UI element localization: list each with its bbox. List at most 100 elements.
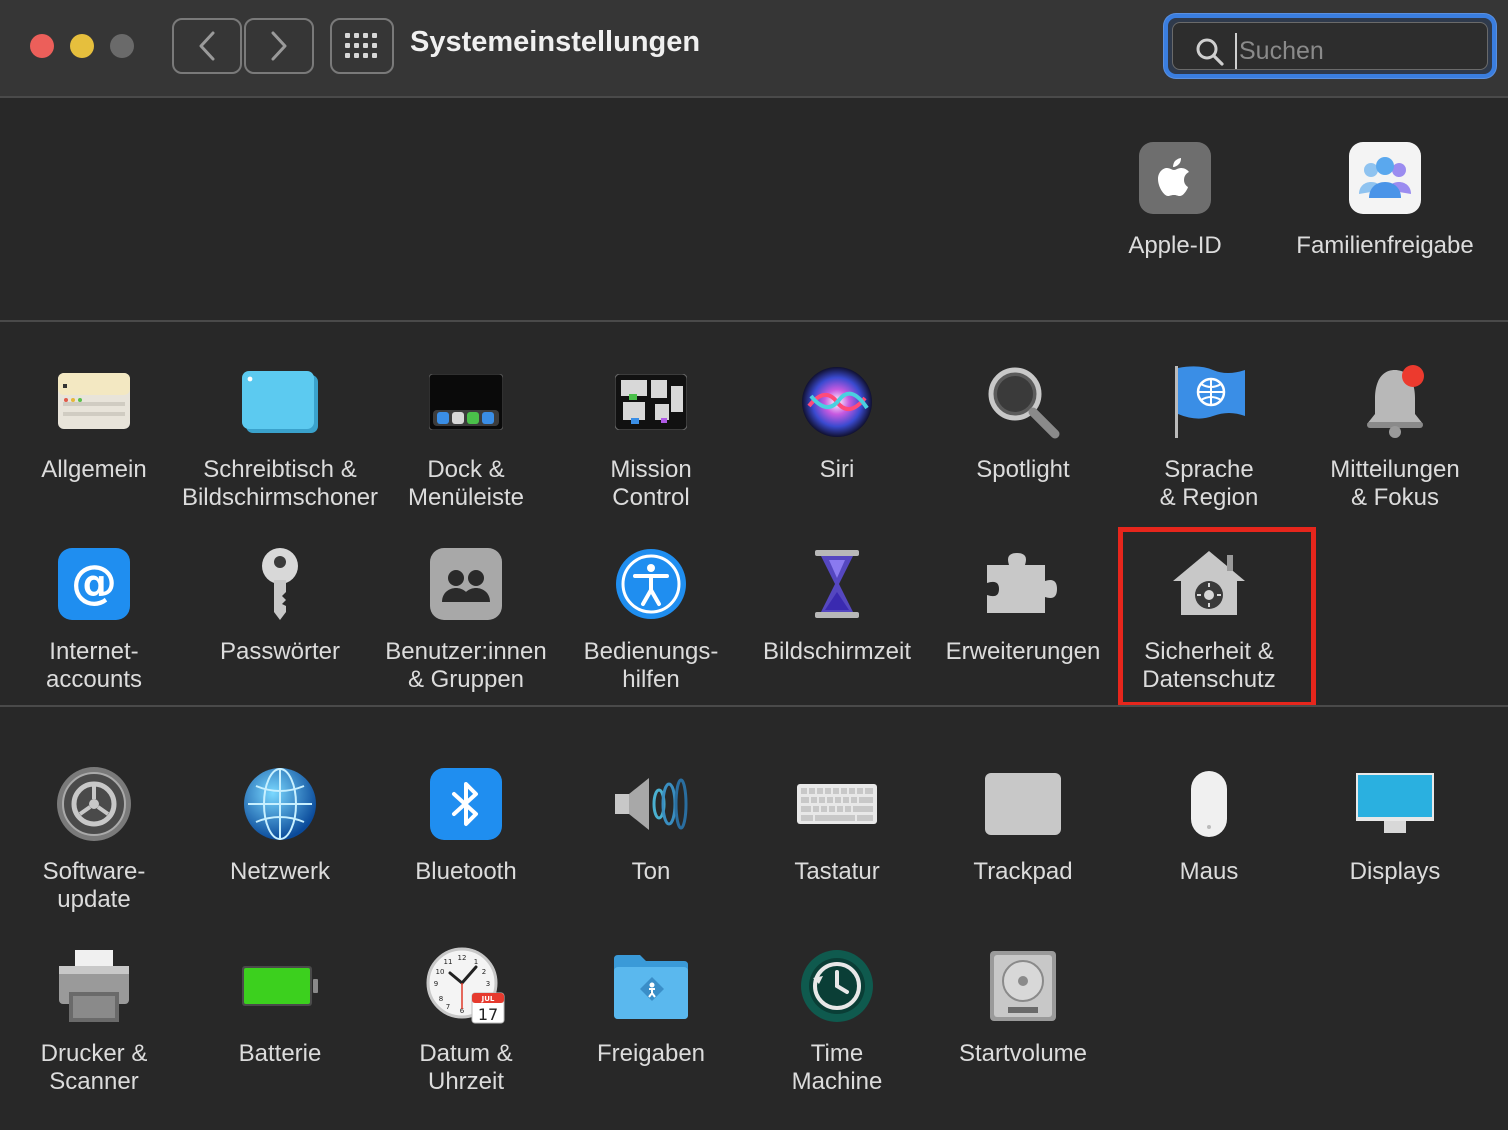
pref-label: Schreibtisch & Bildschirmschoner [181, 456, 379, 511]
language-region-icon [1169, 362, 1249, 442]
pref-label: Ton [631, 858, 671, 885]
internet-accounts-icon: @ [54, 544, 134, 624]
pref-extensions[interactable]: Erweiterungen [930, 544, 1116, 666]
zoom-window-button[interactable] [110, 34, 134, 58]
search-field[interactable] [1164, 14, 1496, 78]
calendar-day: 17 [478, 1005, 498, 1024]
dock-menubar-icon [426, 362, 506, 442]
forward-button[interactable] [244, 18, 314, 74]
svg-text:3: 3 [486, 980, 490, 988]
svg-text:12: 12 [458, 954, 467, 962]
pref-label: Datum & Uhrzeit [419, 1040, 513, 1095]
pref-general[interactable]: Allgemein [1, 362, 187, 484]
pref-label: Sprache & Region [1159, 456, 1259, 511]
grid-icon [345, 33, 377, 58]
pref-internet-accounts[interactable]: @ Internet- accounts [1, 544, 187, 694]
pref-sharing[interactable]: Freigaben [558, 946, 744, 1068]
pref-language-region[interactable]: Sprache & Region [1116, 362, 1302, 512]
pref-label: Allgemein [41, 456, 147, 483]
pref-label: Bedienungs- hilfen [583, 638, 719, 693]
pref-bluetooth[interactable]: Bluetooth [373, 764, 559, 886]
minimize-window-button[interactable] [70, 34, 94, 58]
sound-icon [611, 764, 691, 844]
svg-text:11: 11 [444, 958, 453, 966]
displays-icon [1355, 764, 1435, 844]
close-window-button[interactable] [30, 34, 54, 58]
pref-keyboard[interactable]: Tastatur [744, 764, 930, 886]
desktop-screensaver-icon [240, 362, 320, 442]
pref-battery[interactable]: Batterie [187, 946, 373, 1068]
pref-mouse[interactable]: Maus [1116, 764, 1302, 886]
battery-icon [240, 946, 320, 1026]
pref-network[interactable]: Netzwerk [187, 764, 373, 886]
pref-family-sharing[interactable]: Familienfreigabe [1292, 138, 1478, 260]
back-button[interactable] [172, 18, 242, 74]
printers-scanners-icon [54, 946, 134, 1026]
pref-dock-menubar[interactable]: Dock & Menüleiste [373, 362, 559, 512]
calendar-month: JUL [481, 995, 495, 1003]
siri-icon [797, 362, 877, 442]
svg-text:1: 1 [474, 958, 478, 966]
apple-id-icon [1135, 138, 1215, 218]
pref-label: Trackpad [973, 858, 1073, 885]
pref-label: Bildschirmzeit [762, 638, 912, 665]
pref-mission-control[interactable]: Mission Control [558, 362, 744, 512]
sharing-icon [611, 946, 691, 1026]
accessibility-icon [611, 544, 691, 624]
show-all-button[interactable] [330, 18, 394, 74]
pref-time-machine[interactable]: Time Machine [744, 946, 930, 1096]
pref-spotlight[interactable]: Spotlight [930, 362, 1116, 484]
software-update-icon [54, 764, 134, 844]
pref-trackpad[interactable]: Trackpad [930, 764, 1116, 886]
pref-label: Siri [819, 456, 855, 483]
startup-disk-icon [983, 946, 1063, 1026]
mouse-icon [1169, 764, 1249, 844]
pref-label: Spotlight [976, 456, 1070, 483]
pref-printers-scanners[interactable]: Drucker & Scanner [1, 946, 187, 1096]
users-groups-icon [426, 544, 506, 624]
pref-software-update[interactable]: Software- update [1, 764, 187, 914]
search-input[interactable] [1235, 33, 1475, 69]
family-sharing-icon [1345, 138, 1425, 218]
time-machine-icon [797, 946, 877, 1026]
pref-label: Maus [1179, 858, 1239, 885]
pref-sound[interactable]: Ton [558, 764, 744, 886]
pref-users-groups[interactable]: Benutzer:innen & Gruppen [373, 544, 559, 694]
pref-notifications-focus[interactable]: Mitteilungen & Fokus [1302, 362, 1488, 512]
pref-startup-disk[interactable]: Startvolume [930, 946, 1116, 1068]
svg-text:9: 9 [434, 980, 438, 988]
pref-label: Freigaben [596, 1040, 706, 1067]
chevron-left-icon [199, 31, 215, 61]
pref-apple-id[interactable]: Apple-ID [1082, 138, 1268, 260]
pref-label: Batterie [238, 1040, 322, 1067]
pref-label: Familienfreigabe [1296, 232, 1474, 259]
pref-label: Tastatur [794, 858, 880, 885]
pref-label: Passwörter [219, 638, 341, 665]
network-icon [240, 764, 320, 844]
screen-time-icon [797, 544, 877, 624]
pref-displays[interactable]: Displays [1302, 764, 1488, 886]
svg-text:2: 2 [482, 968, 486, 976]
pref-label: Netzwerk [229, 858, 331, 885]
pref-desktop-screensaver[interactable]: Schreibtisch & Bildschirmschoner [182, 362, 378, 512]
pref-siri[interactable]: Siri [744, 362, 930, 484]
pref-label: Software- update [42, 858, 146, 913]
bluetooth-icon [426, 764, 506, 844]
pref-label: Internet- accounts [45, 638, 143, 693]
pref-label: Startvolume [958, 1040, 1088, 1067]
pref-label: Benutzer:innen & Gruppen [385, 638, 547, 693]
svg-text:8: 8 [439, 995, 443, 1003]
pref-accessibility[interactable]: Bedienungs- hilfen [558, 544, 744, 694]
pref-label: Apple-ID [1128, 232, 1222, 259]
pref-label: Dock & Menüleiste [407, 456, 525, 511]
search-icon [1196, 38, 1224, 66]
section-divider [0, 705, 1508, 707]
pref-label: Mission Control [610, 456, 692, 511]
svg-text:10: 10 [436, 968, 445, 976]
pref-screen-time[interactable]: Bildschirmzeit [744, 544, 930, 666]
pref-passwords[interactable]: Passwörter [187, 544, 373, 666]
pref-label: Mitteilungen & Fokus [1330, 456, 1460, 511]
spotlight-icon [983, 362, 1063, 442]
passwords-icon [240, 544, 320, 624]
pref-date-time[interactable]: 12 3 6 9 1 2 11 10 87 JUL 17 Datum & Uhrzeit [373, 946, 559, 1096]
